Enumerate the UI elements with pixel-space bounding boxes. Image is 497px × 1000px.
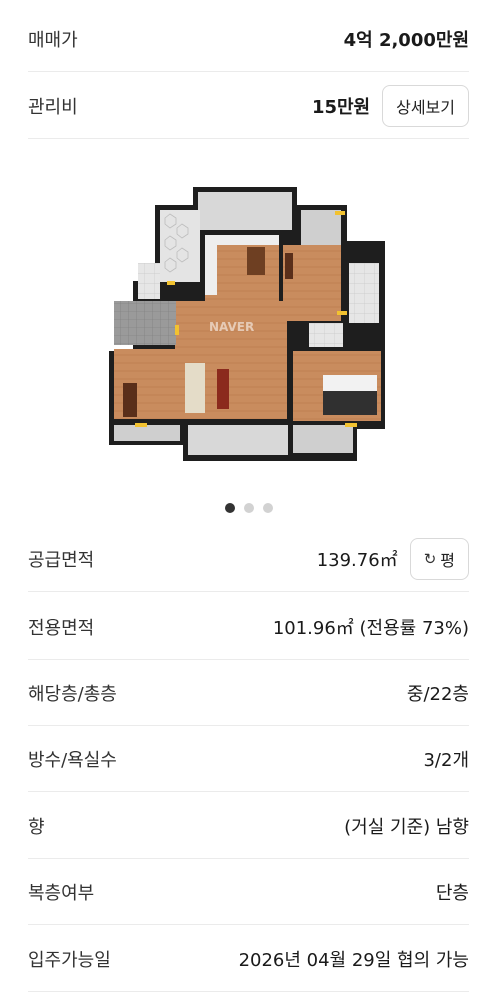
rooms-row: 방수/욕실수 3/2개 bbox=[28, 726, 469, 792]
rooms-label: 방수/욕실수 bbox=[28, 749, 117, 771]
unit-toggle-button[interactable]: ↻ 평 bbox=[409, 537, 469, 580]
maintenance-detail-button[interactable]: 상세보기 bbox=[382, 84, 469, 127]
supply-area-row: 공급면적 139.76㎡ ↻ 평 bbox=[28, 526, 469, 592]
maintenance-label: 관리비 bbox=[28, 96, 78, 118]
direction-label: 향 bbox=[28, 816, 45, 838]
move-in-row: 입주가능일 2026년 04월 29일 협의 가능 bbox=[28, 926, 469, 992]
floor-label: 해당층/총층 bbox=[28, 683, 117, 705]
carousel-dot-1[interactable] bbox=[224, 503, 235, 513]
duplex-value: 단층 bbox=[435, 882, 469, 904]
refresh-icon: ↻ bbox=[423, 549, 437, 568]
price-value: 4억 2,000만원 bbox=[343, 29, 469, 51]
carousel-indicator bbox=[0, 503, 497, 513]
exclusive-area-label: 전용면적 bbox=[28, 617, 95, 639]
carousel-dot-2[interactable] bbox=[243, 503, 254, 513]
maintenance-value-group: 15만원 상세보기 bbox=[311, 84, 469, 127]
move-in-value: 2026년 04월 29일 협의 가능 bbox=[238, 949, 469, 971]
move-in-label: 입주가능일 bbox=[28, 949, 111, 971]
duplex-row: 복층여부 단층 bbox=[28, 859, 469, 925]
exclusive-area-value: 101.96㎡ (전용률 73%) bbox=[272, 617, 469, 639]
duplex-label: 복층여부 bbox=[28, 882, 95, 904]
maintenance-row: 관리비 15만원 상세보기 bbox=[28, 73, 469, 139]
supply-area-label: 공급면적 bbox=[28, 549, 95, 571]
floorplan-watermark: NAVER bbox=[209, 320, 254, 334]
floor-value: 중/22층 bbox=[406, 683, 469, 705]
rooms-value: 3/2개 bbox=[423, 749, 469, 771]
floor-row: 해당층/총층 중/22층 bbox=[28, 660, 469, 726]
price-row: 매매가 4억 2,000만원 bbox=[28, 6, 469, 72]
floorplan-image[interactable]: NAVER bbox=[105, 183, 393, 475]
price-label: 매매가 bbox=[28, 29, 78, 51]
supply-area-value: 139.76㎡ bbox=[316, 549, 398, 571]
maintenance-value: 15만원 bbox=[311, 96, 371, 118]
unit-toggle-label: 평 bbox=[440, 550, 455, 570]
direction-row: 향 (거실 기준) 남향 bbox=[28, 793, 469, 859]
direction-value: (거실 기준) 남향 bbox=[344, 816, 469, 838]
exclusive-area-row: 전용면적 101.96㎡ (전용률 73%) bbox=[28, 594, 469, 660]
supply-area-value-group: 139.76㎡ ↻ 평 bbox=[316, 537, 469, 580]
carousel-dot-3[interactable] bbox=[262, 503, 273, 513]
